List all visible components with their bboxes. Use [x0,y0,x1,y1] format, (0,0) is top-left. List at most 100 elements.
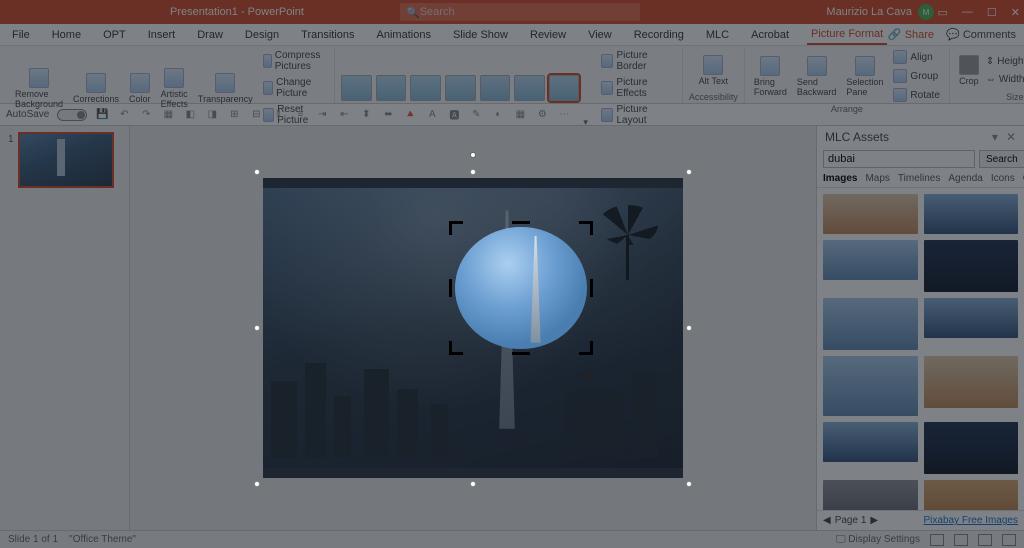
picture-style-3[interactable] [410,75,441,101]
asset-thumb[interactable] [823,480,918,510]
group-button[interactable]: Group [890,67,942,85]
tab-draw[interactable]: Draw [193,26,227,44]
qat-icon[interactable]: ✎ [469,108,483,122]
picture-effects-button[interactable]: Picture Effects [598,75,676,101]
bring-forward-button[interactable]: Bring Forward [751,54,790,99]
undo-icon[interactable]: ↶ [117,108,131,122]
redo-icon[interactable]: ↷ [139,108,153,122]
rotate-button[interactable]: Rotate [890,86,942,104]
asset-thumb[interactable] [823,240,918,280]
save-icon[interactable]: 💾 [95,108,109,122]
picture-style-4[interactable] [445,75,476,101]
tab-slideshow[interactable]: Slide Show [449,26,512,44]
asset-thumb[interactable] [924,194,1019,234]
remove-background-button[interactable]: Remove Background [12,66,66,111]
picture-style-5[interactable] [480,75,511,101]
qat-icon[interactable]: ≡ [293,108,307,122]
ribbon-options-icon[interactable]: ▭ [938,6,948,19]
picture-style-7[interactable] [549,75,580,101]
tab-review[interactable]: Review [526,26,570,44]
corrections-button[interactable]: Corrections [70,71,122,106]
asset-thumb[interactable] [823,422,918,462]
qat-icon[interactable]: ⇤ [337,108,351,122]
asset-thumb[interactable] [924,356,1019,408]
slide-canvas[interactable]: ✥ [263,178,683,478]
compress-pictures-button[interactable]: Compress Pictures [260,48,329,74]
slide-thumbnails-pane[interactable] [0,126,130,530]
qat-icon[interactable]: 🅰 [447,108,461,122]
change-picture-button[interactable]: Change Picture [260,75,329,101]
normal-view-icon[interactable] [930,534,944,546]
asset-thumb[interactable] [924,422,1019,474]
selection-pane-button[interactable]: Selection Pane [843,54,886,99]
tab-acrobat[interactable]: Acrobat [747,26,793,44]
pixabay-link[interactable]: Pixabay Free Images [924,515,1019,526]
color-button[interactable]: Color [126,71,154,106]
assets-tab-timelines[interactable]: Timelines [898,173,940,184]
qat-icon[interactable]: ◐ [491,108,505,122]
global-search[interactable]: 🔍 [400,3,640,21]
qat-icon[interactable]: ⬌ [381,108,395,122]
share-button[interactable]: 🔗 Share [888,28,934,41]
search-input[interactable] [420,6,634,18]
width-field[interactable]: ⇔ Width: ▲▼ [986,72,1024,86]
slide-canvas-area[interactable]: ✥ [130,126,816,530]
assets-search-input[interactable] [823,150,975,168]
picture-style-1[interactable] [341,75,372,101]
qat-icon[interactable]: ⚙ [535,108,549,122]
qat-icon[interactable]: ◧ [183,108,197,122]
alt-text-button[interactable]: Alt Text [696,53,731,88]
autosave-toggle[interactable] [57,109,87,121]
slideshow-view-icon[interactable] [1002,534,1016,546]
height-field[interactable]: ⇕ Height: ▲▼ [986,54,1024,68]
tab-transitions[interactable]: Transitions [297,26,358,44]
assets-search-button[interactable]: Search [979,150,1024,168]
assets-tab-icons[interactable]: Icons [991,173,1015,184]
qat-icon[interactable]: ⬍ [359,108,373,122]
tab-view[interactable]: View [584,26,616,44]
asset-thumb[interactable] [924,480,1019,510]
asset-thumb[interactable] [823,356,918,416]
prev-page-icon[interactable]: ◀ [823,515,831,526]
picture-style-2[interactable] [376,75,407,101]
qat-icon[interactable]: ⇥ [315,108,329,122]
user-account[interactable]: Maurizio La Cava M [826,4,934,20]
tab-picture-format[interactable]: Picture Format [807,25,887,45]
crop-button[interactable]: Crop [956,53,982,88]
assets-results-grid[interactable] [817,188,1024,510]
tab-opt[interactable]: OPT [99,26,130,44]
tab-file[interactable]: File [8,26,34,44]
picture-layout-button[interactable]: Picture Layout [598,102,676,128]
minimize-icon[interactable]: — [962,6,973,19]
qat-icon[interactable]: 🔺 [403,108,417,122]
qat-icon[interactable]: ◨ [205,108,219,122]
picture-style-6[interactable] [514,75,545,101]
tab-home[interactable]: Home [48,26,85,44]
slide-thumb-1[interactable] [18,132,114,188]
panel-close-icon[interactable]: ✕ [1006,130,1016,144]
tab-recording[interactable]: Recording [630,26,688,44]
send-backward-button[interactable]: Send Backward [794,54,840,99]
qat-icon[interactable]: ⫴ [271,108,285,122]
qat-icon[interactable]: ▦ [513,108,527,122]
asset-thumb[interactable] [823,298,918,350]
qat-icon[interactable]: ⊟ [249,108,263,122]
close-icon[interactable]: ✕ [1011,6,1020,19]
sorter-view-icon[interactable] [954,534,968,546]
picture-object[interactable] [263,188,683,468]
picture-border-button[interactable]: Picture Border [598,48,676,74]
asset-thumb[interactable] [924,298,1019,338]
reading-view-icon[interactable] [978,534,992,546]
maximize-icon[interactable]: ☐ [987,6,997,19]
tab-mlc[interactable]: MLC [702,26,733,44]
assets-tab-maps[interactable]: Maps [865,173,889,184]
qat-icon[interactable]: A [425,108,439,122]
qat-icon[interactable]: ⊞ [227,108,241,122]
assets-tab-images[interactable]: Images [823,173,857,184]
asset-thumb[interactable] [823,194,918,234]
comments-button[interactable]: 💬 Comments [946,28,1016,41]
qat-icon[interactable]: ▦ [161,108,175,122]
tab-animations[interactable]: Animations [373,26,435,44]
next-page-icon[interactable]: ▶ [870,515,878,526]
qat-icon[interactable]: ⋯ [557,108,571,122]
